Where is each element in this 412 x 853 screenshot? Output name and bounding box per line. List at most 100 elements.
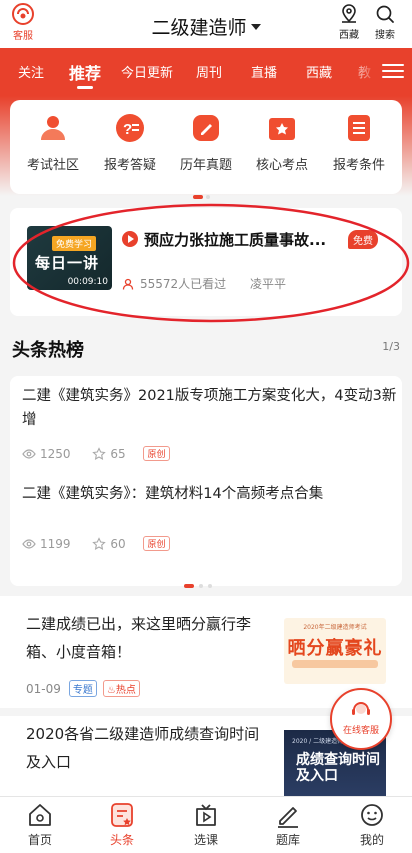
star-icon	[92, 537, 107, 550]
nav-profile[interactable]: 我的	[342, 801, 402, 848]
nav-label: 首页	[27, 833, 52, 847]
image-caption: 2020年二级建造师考试	[303, 624, 367, 631]
feed-item-image: 2020年二级建造师考试 晒分赢豪礼	[284, 618, 386, 684]
headlines-card: 二建《建筑实务》2021版专项施工方案变化大，4变动3新增 1250 65 原创…	[10, 376, 402, 586]
quick-nav-label: 历年真题	[179, 158, 232, 173]
star-icon	[92, 447, 107, 460]
location-pin-icon	[342, 4, 356, 23]
profile-icon	[361, 804, 383, 826]
headlines-pager: 1/3	[382, 340, 400, 353]
quick-nav-conditions[interactable]: 报考条件	[320, 112, 398, 173]
star-count: 65	[110, 447, 126, 461]
tab-live[interactable]: 直播	[251, 62, 277, 81]
viewer-count: 55572人已看过	[122, 275, 226, 292]
headlines-carousel-dots	[184, 573, 217, 592]
eye-icon	[22, 449, 36, 459]
person-icon	[122, 278, 134, 290]
feed-item-title: 2020各省二级建造师成绩查询时间及入口	[26, 725, 260, 771]
headline-title: 二建《建筑实务》：建筑材料14个高频考点合集	[22, 486, 324, 502]
tab-region[interactable]: 西藏	[306, 62, 332, 81]
nav-question-bank[interactable]: 题库	[258, 801, 318, 848]
free-badge: 免费	[348, 230, 378, 249]
view-count: 1199	[40, 537, 71, 551]
view-count: 1250	[40, 447, 71, 461]
quick-nav-community[interactable]: 考试社区	[14, 112, 92, 173]
play-icon	[122, 231, 138, 247]
quick-nav-past-papers[interactable]: 历年真题	[167, 112, 245, 173]
nav-label: 头条	[109, 833, 134, 847]
eye-icon	[22, 539, 36, 549]
teacher-name: 凌平平	[250, 277, 287, 291]
quick-nav-pager	[193, 184, 213, 203]
nav-label: 选课	[193, 833, 218, 847]
online-service-label: 在线客服	[342, 726, 379, 736]
tab-today-update[interactable]: 今日更新	[121, 62, 173, 81]
nav-headlines[interactable]: 头条	[92, 801, 152, 848]
topic-tag: 专题	[68, 680, 97, 697]
online-service-button[interactable]: 在线客服	[330, 688, 392, 750]
feed-item-date: 01-09	[26, 682, 61, 696]
key-points-icon	[266, 112, 298, 144]
menu-line-icon	[382, 76, 404, 78]
viewer-count-text: 55572人已看过	[140, 277, 227, 291]
quick-nav-card: 考试社区 ? 报考答疑 历年真题 核心考点 报考条件	[10, 100, 402, 199]
region-button[interactable]: 西藏	[332, 3, 366, 41]
search-icon	[376, 5, 394, 23]
quick-nav-label: 报考条件	[332, 158, 385, 173]
flame-icon: ♨	[106, 685, 116, 696]
caret-down-icon	[250, 24, 261, 30]
thumbnail-title: 每日一讲	[35, 254, 100, 272]
menu-line-icon	[382, 70, 404, 72]
past-papers-icon	[190, 112, 222, 144]
active-tab-indicator	[77, 86, 93, 89]
category-tabs: 关注 推荐 今日更新 周刊 直播 西藏 教	[0, 48, 412, 96]
conditions-icon	[343, 112, 375, 144]
headline-item[interactable]: 二建《建筑实务》2021版专项施工方案变化大，4变动3新增 1250 65 原创	[22, 384, 398, 461]
quick-nav-label: 核心考点	[255, 158, 308, 173]
feed-item-title: 二建成绩已出，来这里晒分赢行李箱、小度音箱！	[26, 615, 252, 661]
hot-tag: ♨热点	[102, 680, 140, 697]
original-tag: 原创	[143, 536, 170, 551]
app-header: 客服 二级建造师 西藏 搜索	[0, 0, 412, 48]
search-button[interactable]: 搜索	[368, 3, 402, 41]
free-study-badge: 免费学习	[52, 236, 97, 251]
tabs-fade	[348, 48, 378, 96]
lesson-title: 预应力张拉施工质量事故...	[144, 231, 327, 249]
headline-item[interactable]: 二建《建筑实务》：建筑材料14个高频考点合集 1199 60 原创	[22, 482, 398, 551]
tabs-menu-button[interactable]	[382, 60, 404, 82]
headline-title: 二建《建筑实务》2021版专项施工方案变化大，4变动3新增	[22, 388, 397, 428]
quick-nav-label: 报考答疑	[103, 158, 156, 173]
qa-icon: ?	[114, 112, 146, 144]
image-banner	[292, 660, 378, 668]
image-headline: 成绩查询时间及入口	[296, 752, 380, 784]
svg-text:?: ?	[123, 121, 132, 138]
video-duration: 00:09:10	[67, 277, 108, 287]
home-icon	[29, 804, 51, 826]
quick-nav-qa[interactable]: ? 报考答疑	[91, 112, 169, 173]
headlines-title: 头条热榜	[12, 340, 84, 361]
search-label: 搜索	[375, 30, 395, 41]
headline-meta: 1250 65 原创	[22, 446, 170, 461]
tab-recommend[interactable]: 推荐	[69, 60, 101, 84]
star-count: 60	[110, 537, 126, 551]
tab-follow[interactable]: 关注	[18, 62, 44, 81]
headline-meta: 1199 60 原创	[22, 536, 170, 551]
original-tag: 原创	[143, 446, 170, 461]
quick-nav-key-points[interactable]: 核心考点	[243, 112, 321, 173]
community-icon	[37, 112, 69, 144]
bottom-nav: 首页 头条 选课 题库 我的	[0, 796, 412, 853]
daily-lesson-card[interactable]: 免费学习 每日一讲 00:09:10 预应力张拉施工质量事故... 免费 555…	[10, 208, 402, 316]
pen-icon	[278, 807, 298, 828]
nav-home[interactable]: 首页	[10, 801, 70, 848]
menu-line-icon	[382, 64, 404, 66]
nav-label: 题库	[275, 833, 300, 847]
quick-nav-label: 考试社区	[26, 158, 79, 173]
video-course-icon	[196, 804, 216, 826]
feed-item-meta: 01-09 专题 ♨热点	[26, 680, 140, 697]
hot-tag-label: 热点	[115, 685, 136, 696]
image-headline: 晒分赢豪礼	[287, 638, 383, 659]
nav-label: 我的	[359, 833, 384, 847]
nav-courses[interactable]: 选课	[176, 801, 236, 848]
region-label: 西藏	[339, 30, 359, 41]
tab-weekly[interactable]: 周刊	[196, 62, 222, 81]
